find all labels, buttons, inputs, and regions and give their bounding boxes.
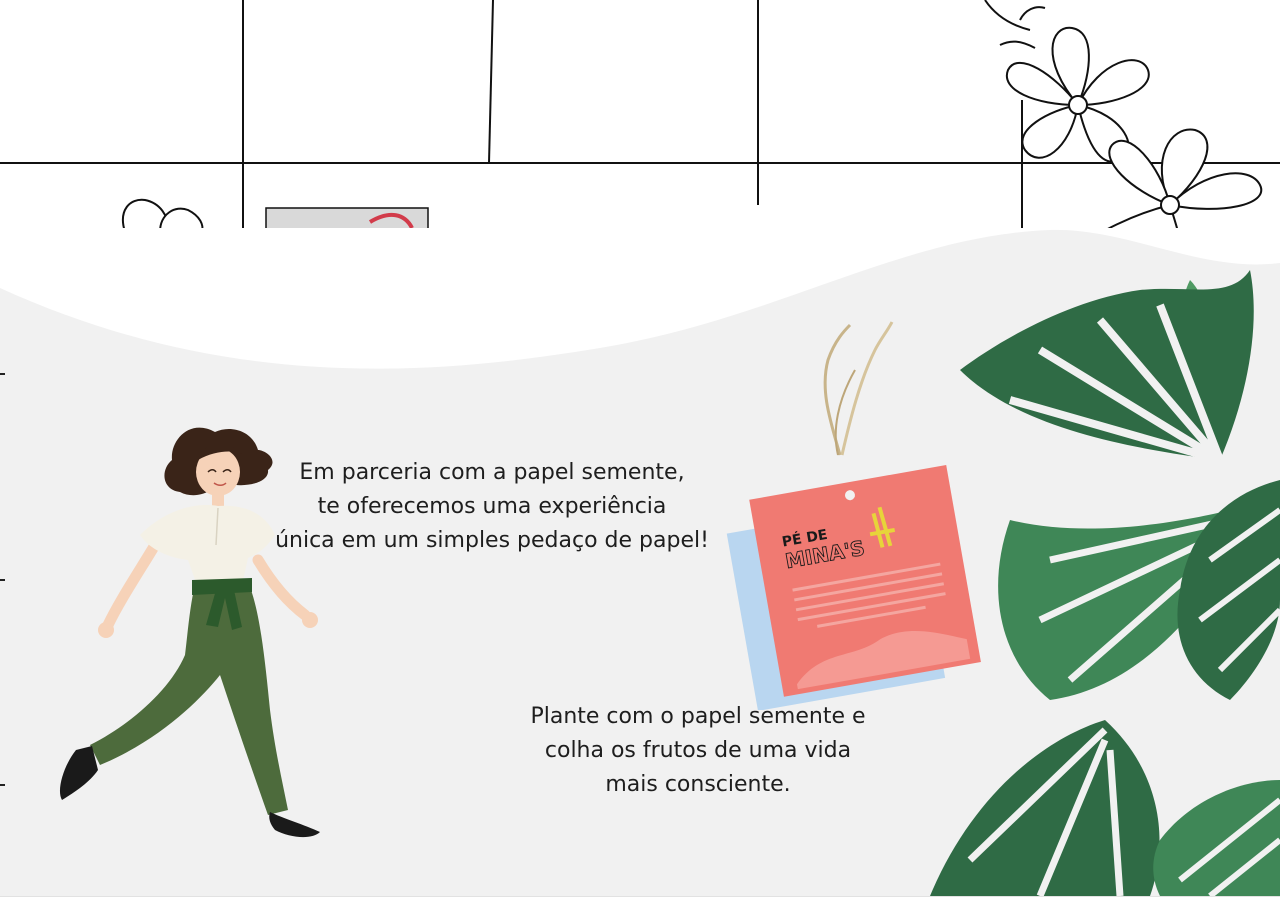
background-grid — [0, 0, 1280, 240]
caption-partnership: Em parceria com a papel semente, te ofer… — [262, 456, 722, 558]
caption-line: única em um simples pedaço de papel! — [275, 528, 709, 553]
line-flower-top-right — [984, 0, 1263, 240]
left-edge-ticks — [0, 373, 5, 786]
caption-line: Em parceria com a papel semente, — [299, 460, 685, 485]
caption-line: mais consciente. — [605, 772, 791, 797]
caption-line: colha os frutos de uma vida — [544, 738, 852, 763]
caption-line: te oferecemos uma experiência — [317, 494, 667, 519]
panel-bottom-edge — [0, 896, 1280, 909]
monstera-leaves — [930, 270, 1280, 896]
caption-plant: Plante com o papel semente e colha os fr… — [498, 700, 898, 802]
